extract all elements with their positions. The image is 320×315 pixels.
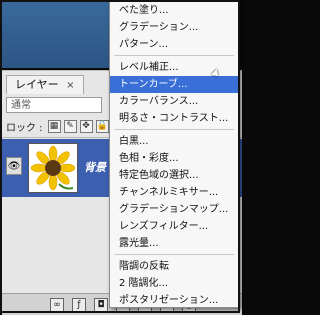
menu-item-gradient[interactable]: グラデーション... bbox=[110, 19, 239, 36]
menu-item-exposure[interactable]: 露光量... bbox=[110, 235, 239, 252]
lock-paint-icon[interactable]: ✎ bbox=[63, 119, 77, 133]
menu-item-black-white[interactable]: 白黒... bbox=[110, 133, 239, 150]
layers-tab[interactable]: レイヤー × bbox=[6, 75, 84, 94]
menu-item-gradient-map[interactable]: グラデーションマップ... bbox=[110, 201, 239, 218]
menu-item-channel-mixer[interactable]: チャンネルミキサー... bbox=[110, 184, 239, 201]
menu-separator bbox=[114, 55, 234, 56]
layer-name: 背景 bbox=[84, 161, 106, 174]
link-layers-icon[interactable]: ∞ bbox=[50, 297, 64, 312]
menu-item-solid-color[interactable]: べた塗り... bbox=[110, 2, 239, 19]
menu-separator bbox=[114, 254, 234, 255]
layer-thumbnail bbox=[28, 143, 78, 193]
menu-item-hue-saturation[interactable]: 色相・彩度... bbox=[110, 150, 239, 167]
add-mask-icon[interactable]: ◘ bbox=[94, 297, 108, 312]
lock-all-icon[interactable]: 🔒 bbox=[95, 119, 109, 133]
blend-mode-select[interactable]: 通常 bbox=[6, 97, 102, 113]
sunflower-image bbox=[29, 144, 77, 192]
visibility-eye-icon[interactable]: 👁 bbox=[6, 157, 22, 175]
lock-label: ロック : bbox=[6, 122, 43, 134]
menu-separator bbox=[114, 129, 234, 130]
menu-item-color-balance[interactable]: カラーバランス... bbox=[110, 93, 239, 110]
layer-style-fx-icon[interactable]: ƒ bbox=[72, 297, 86, 312]
canvas-background bbox=[0, 0, 110, 68]
menu-item-threshold[interactable]: 2 階調化... bbox=[110, 275, 239, 292]
menu-item-selective-color[interactable]: 特定色域の選択... bbox=[110, 167, 239, 184]
layers-tab-label: レイヤー bbox=[15, 78, 59, 91]
menu-item-invert[interactable]: 階調の反転 bbox=[110, 258, 239, 275]
menu-item-posterize[interactable]: ポスタリゼーション... bbox=[110, 292, 239, 309]
menu-item-photo-filter[interactable]: レンズフィルター... bbox=[110, 218, 239, 235]
menu-item-pattern[interactable]: パターン... bbox=[110, 36, 239, 53]
menu-item-curves[interactable]: トーンカーブ... bbox=[110, 76, 239, 93]
menu-item-brightness-contrast[interactable]: 明るさ・コントラスト... bbox=[110, 110, 239, 127]
close-icon[interactable]: × bbox=[66, 80, 74, 91]
adjustment-layer-menu: べた塗り... グラデーション... パターン... レベル補正... トーンカ… bbox=[109, 0, 240, 308]
lock-transparency-icon[interactable]: ▦ bbox=[47, 119, 61, 133]
lock-row: ロック : ▦ ✎ ✥ 🔒 bbox=[6, 118, 109, 134]
lock-position-icon[interactable]: ✥ bbox=[79, 119, 93, 133]
